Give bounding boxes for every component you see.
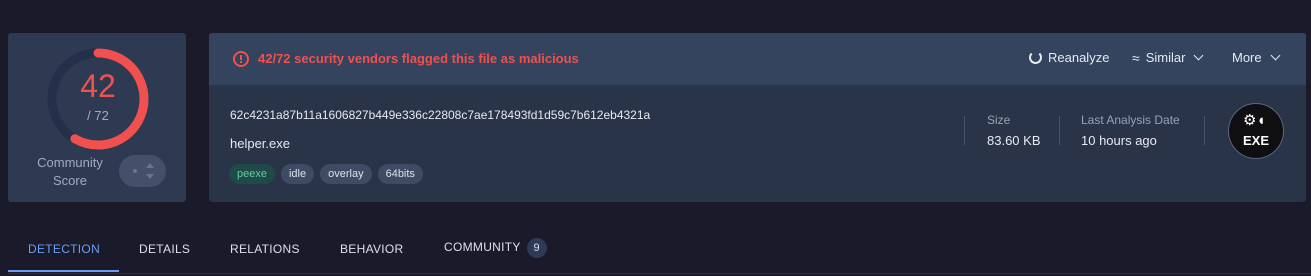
last-analysis-label: Last Analysis Date — [1081, 113, 1180, 127]
similar-label: Similar — [1145, 50, 1186, 65]
reanalyze-label: Reanalyze — [1048, 50, 1110, 65]
file-name: helper.exe — [230, 136, 290, 151]
size-label: Size — [987, 113, 1011, 127]
community-score-card: 42 / 72 Community Score — [8, 33, 186, 202]
tab-community[interactable]: COMMUNITY 9 — [444, 238, 547, 258]
meta-divider — [1204, 116, 1205, 145]
community-vote-widget[interactable] — [119, 155, 166, 187]
tag-64bits[interactable]: 64bits — [377, 164, 423, 184]
vote-up-icon[interactable] — [146, 163, 154, 168]
file-hash[interactable]: 62c4231a87b11a1606827b449e336c22808c7ae1… — [230, 108, 650, 122]
size-value: 83.60 KB — [987, 133, 1041, 148]
tab-details[interactable]: DETAILS — [139, 242, 190, 256]
community-score-label: Community Score — [37, 155, 103, 188]
tag-overlay[interactable]: overlay — [320, 164, 372, 184]
vote-dot-icon — [133, 169, 137, 173]
similar-icon: ≈ — [1132, 49, 1140, 66]
meta-divider — [1059, 116, 1060, 145]
tab-detection[interactable]: DETECTION — [28, 242, 100, 256]
tab-behavior[interactable]: BEHAVIOR — [340, 242, 404, 256]
file-tags: peexe idle overlay 64bits — [229, 164, 423, 184]
detection-count: 42 — [80, 68, 116, 104]
file-type-label: EXE — [1242, 133, 1269, 148]
file-summary-card: 42/72 security vendors flagged this file… — [209, 33, 1306, 202]
meta-divider — [964, 116, 965, 145]
last-analysis-value: 10 hours ago — [1081, 133, 1157, 148]
malicious-alert-text: 42/72 security vendors flagged this file… — [258, 51, 579, 66]
chevron-down-icon — [1193, 50, 1204, 61]
vendor-total: / 72 — [87, 108, 109, 123]
malicious-alert-bar: 42/72 security vendors flagged this file… — [209, 33, 1306, 85]
community-count-badge: 9 — [526, 238, 547, 258]
more-button[interactable]: More — [1232, 50, 1281, 65]
alert-circle-icon — [233, 51, 249, 67]
tag-idle[interactable]: idle — [280, 164, 315, 184]
tag-peexe[interactable]: peexe — [229, 164, 275, 184]
similar-button[interactable]: ≈ Similar — [1132, 49, 1204, 66]
tab-community-label: COMMUNITY — [444, 240, 521, 254]
active-tab-indicator — [8, 270, 119, 272]
exe-file-type-icon: ⚙◖ EXE — [1228, 103, 1284, 159]
refresh-icon — [1029, 51, 1042, 64]
reanalyze-button[interactable]: Reanalyze — [1029, 50, 1109, 65]
gear-icon: ⚙◖ — [1243, 112, 1266, 129]
report-tabs: DETECTION DETAILS RELATIONS BEHAVIOR COM… — [8, 225, 1311, 274]
vote-down-icon[interactable] — [146, 174, 154, 179]
tab-relations[interactable]: RELATIONS — [230, 242, 300, 256]
more-label: More — [1232, 50, 1262, 65]
chevron-down-icon — [1270, 50, 1281, 61]
